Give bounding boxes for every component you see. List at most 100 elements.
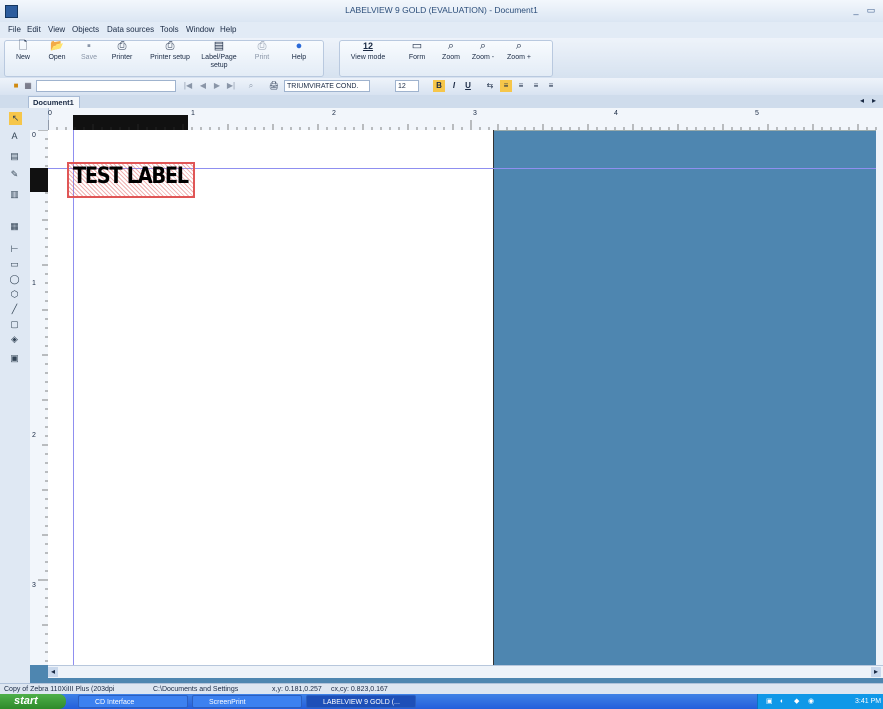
shape-tool-icon[interactable]: ◈ <box>8 333 21 346</box>
tray-network-icon[interactable]: ▣ <box>766 694 773 709</box>
rtf-text-tool-icon[interactable]: ▦ <box>8 220 21 233</box>
v-tick-2: 2 <box>32 432 36 439</box>
ellipse-tool-icon[interactable]: ◯ <box>8 273 21 286</box>
menu-view[interactable]: View <box>48 25 65 34</box>
image-tool-icon[interactable]: ⬡ <box>8 288 21 301</box>
v-tick-0: 0 <box>32 132 36 139</box>
start-button[interactable]: start <box>0 694 66 709</box>
format-toolbar: ■ ▦ |◀ ◀ ▶ ▶| ⌕ 🖨 TRIUMVIRATE COND. 12 B… <box>0 78 883 96</box>
task-labelview[interactable]: LABELVIEW 9 GOLD (... <box>306 695 416 708</box>
zoom-out-icon: ⌕ <box>479 40 487 52</box>
new-button[interactable]: 🗋 New <box>6 40 40 70</box>
document-tabstrip: Document1 ◂ ▸ <box>0 95 883 109</box>
tab-document1[interactable]: Document1 <box>28 96 80 108</box>
underline-button[interactable]: U <box>462 80 474 92</box>
tab-scroll-right-icon[interactable]: ▸ <box>868 95 880 107</box>
zoom-out-button[interactable]: ⌕ Zoom - <box>466 40 500 70</box>
view-mode-button[interactable]: 12 View mode <box>348 40 388 70</box>
grid-icon[interactable]: ▦ <box>22 80 34 92</box>
align-right-icon[interactable]: ≡ <box>530 80 542 92</box>
label-page-setup-button[interactable]: ▤ Label/Page setup <box>198 40 240 70</box>
menu-data-sources[interactable]: Data sources <box>107 25 154 34</box>
v-tick-3: 3 <box>32 582 36 589</box>
tray-volume-icon[interactable]: ◐ <box>780 694 784 709</box>
next-record-icon[interactable]: ▶ <box>211 80 223 92</box>
tab-scroll-left-icon[interactable]: ◂ <box>856 95 868 107</box>
text-object[interactable]: TEST LABEL <box>73 164 189 189</box>
vertical-guide <box>73 130 74 665</box>
help-label: Help <box>291 54 307 61</box>
folder-open-icon: 📂 <box>50 40 64 52</box>
zoom-icon: ⌕ <box>447 40 455 52</box>
rtf-tool-icon[interactable]: ✎ <box>8 168 21 181</box>
tray-security-icon[interactable]: ◉ <box>808 694 814 709</box>
design-mode-icon[interactable]: ■ <box>10 80 22 92</box>
printer-setup-icon: ⎙ <box>165 40 175 52</box>
vertical-scrollbar[interactable] <box>876 130 883 665</box>
italic-button[interactable]: I <box>448 80 460 92</box>
select-tool-icon[interactable]: ↖ <box>9 112 22 125</box>
bold-button[interactable]: B <box>433 80 445 92</box>
save-icon: ▪ <box>87 40 91 52</box>
field-selector[interactable] <box>36 80 176 92</box>
ruler-corner <box>30 108 49 130</box>
print-button[interactable]: ⎙ Print <box>245 40 279 70</box>
menu-edit[interactable]: Edit <box>27 25 41 34</box>
label-page-setup-label: Label/Page setup <box>201 54 237 69</box>
system-tray: ▣ ◐ ◆ ◉ 3:41 PM <box>757 694 883 709</box>
find-icon[interactable]: ⌕ <box>245 80 257 92</box>
zoom-in-button[interactable]: ⌕ Zoom + <box>502 40 536 70</box>
printer-setup-button[interactable]: ⎙ Printer setup <box>145 40 195 70</box>
zoom-button[interactable]: ⌕ Zoom <box>434 40 468 70</box>
rectangle-tool-icon[interactable]: ▭ <box>8 258 21 271</box>
menu-tools[interactable]: Tools <box>160 25 179 34</box>
align-left-icon[interactable]: ≡ <box>500 80 512 92</box>
diagonal-line-tool-icon[interactable]: ╱ <box>8 303 21 316</box>
save-label: Save <box>81 54 97 61</box>
prev-record-icon[interactable]: ◀ <box>197 80 209 92</box>
horizontal-scrollbar[interactable]: ◂ ▸ <box>48 665 883 678</box>
task-cd-interface[interactable]: CD Interface <box>78 695 188 708</box>
printer-button[interactable]: ⎙ Printer <box>105 40 139 70</box>
h-tick-5: 5 <box>755 110 759 117</box>
justify-icon[interactable]: ≡ <box>545 80 557 92</box>
open-button[interactable]: 📂 Open <box>40 40 74 70</box>
save-button[interactable]: ▪ Save <box>72 40 106 70</box>
menu-objects[interactable]: Objects <box>72 25 99 34</box>
line-tool-icon[interactable]: ⊢ <box>8 243 21 256</box>
text-tool-icon[interactable]: A <box>8 130 21 143</box>
view-mode-label: View mode <box>350 54 386 61</box>
open-label: Open <box>48 54 66 61</box>
paragraph-tool-icon[interactable]: ▤ <box>8 150 21 163</box>
menu-file[interactable]: File <box>8 25 21 34</box>
form-tool-icon[interactable]: ▣ <box>8 352 21 365</box>
font-size-select[interactable]: 12 <box>395 80 419 92</box>
scroll-right-icon[interactable]: ▸ <box>871 667 881 677</box>
help-button[interactable]: ● Help <box>282 40 316 70</box>
minimize-icon[interactable]: _ <box>849 3 863 17</box>
title-bar: LABELVIEW 9 GOLD (EVALUATION) - Document… <box>0 0 883 23</box>
h-tick-2: 2 <box>332 110 336 117</box>
restore-icon[interactable]: ▭ <box>864 3 878 17</box>
barcode-tool-icon[interactable]: ▥ <box>8 188 21 201</box>
taskbar: start CD Interface ScreenPrint LABELVIEW… <box>0 694 883 709</box>
task-screenprint[interactable]: ScreenPrint <box>192 695 302 708</box>
scroll-left-icon[interactable]: ◂ <box>48 667 58 677</box>
font-name-select[interactable]: TRIUMVIRATE COND. <box>284 80 370 92</box>
form-button[interactable]: ▭ Form <box>400 40 434 70</box>
font-icon: 🖨 <box>268 81 280 90</box>
v-ruler-ticks <box>38 130 48 662</box>
last-record-icon[interactable]: ▶| <box>225 80 237 92</box>
new-label: New <box>15 54 30 61</box>
menu-help[interactable]: Help <box>220 25 236 34</box>
rotate-icon[interactable]: ⇆ <box>484 80 496 92</box>
help-icon: ● <box>295 40 303 52</box>
menu-window[interactable]: Window <box>186 25 214 34</box>
first-record-icon[interactable]: |◀ <box>182 80 194 92</box>
align-center-icon[interactable]: ≡ <box>515 80 527 92</box>
zoom-in-label: Zoom + <box>507 54 531 61</box>
label-canvas[interactable] <box>48 130 494 666</box>
tray-shield-icon[interactable]: ◆ <box>794 694 799 709</box>
rounded-rect-tool-icon[interactable]: ▢ <box>8 318 21 331</box>
ribbon: 🗋 New 📂 Open ▪ Save ⎙ Printer ⎙ Printer setup… <box>0 38 883 79</box>
